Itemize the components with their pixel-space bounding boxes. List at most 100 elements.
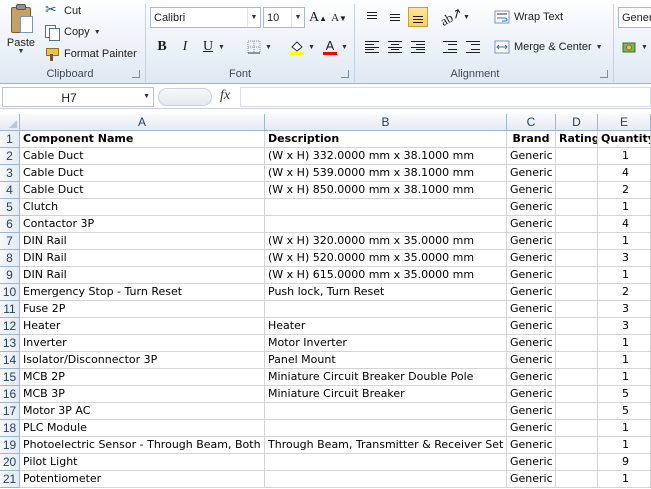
name-box-dropdown-icon[interactable]: ▼ <box>143 93 150 100</box>
cell-c18[interactable]: Generic <box>507 420 556 437</box>
row-header-5[interactable]: 5 <box>0 199 20 216</box>
column-header-a[interactable]: A <box>20 114 265 131</box>
cell-d19[interactable] <box>556 437 598 454</box>
row-header-15[interactable]: 15 <box>0 369 20 386</box>
cell-d3[interactable] <box>556 165 598 182</box>
cell-a7[interactable]: DIN Rail <box>20 233 265 250</box>
cell-c9[interactable]: Generic <box>507 267 556 284</box>
cell-a6[interactable]: Contactor 3P <box>20 216 265 233</box>
cell-b12[interactable]: Heater <box>265 318 507 335</box>
accounting-format-button[interactable] <box>620 37 640 57</box>
cell-a4[interactable]: Cable Duct <box>20 182 265 199</box>
cell-b1[interactable]: Description <box>265 131 507 148</box>
cell-b10[interactable]: Push lock, Turn Reset <box>265 284 507 301</box>
cell-c3[interactable]: Generic <box>507 165 556 182</box>
cell-c16[interactable]: Generic <box>507 386 556 403</box>
merge-center-button[interactable]: Merge & Center ▼ <box>494 38 603 56</box>
cell-b11[interactable] <box>265 301 507 318</box>
orientation-dropdown-icon[interactable]: ▼ <box>463 14 470 21</box>
cell-e7[interactable]: 1 <box>598 233 651 250</box>
row-header-16[interactable]: 16 <box>0 386 20 403</box>
fill-color-dropdown-icon[interactable]: ▼ <box>308 44 315 51</box>
cell-e20[interactable]: 9 <box>598 454 651 471</box>
cell-a5[interactable]: Clutch <box>20 199 265 216</box>
decrease-indent-button[interactable] <box>440 37 460 57</box>
cell-a20[interactable]: Pilot Light <box>20 454 265 471</box>
cell-d11[interactable] <box>556 301 598 318</box>
cell-c21[interactable]: Generic <box>507 471 556 488</box>
cell-e17[interactable]: 5 <box>598 403 651 420</box>
row-header-2[interactable]: 2 <box>0 148 20 165</box>
cell-a1[interactable]: Component Name <box>20 131 265 148</box>
shrink-font-button[interactable]: A ▼ <box>329 8 349 28</box>
cell-b9[interactable]: (W x H) 615.0000 mm x 35.0000 mm <box>265 267 507 284</box>
cell-d4[interactable] <box>556 182 598 199</box>
cell-a21[interactable]: Potentiometer <box>20 471 265 488</box>
cell-b13[interactable]: Motor Inverter <box>265 335 507 352</box>
cell-b19[interactable]: Through Beam, Transmitter & Receiver Set <box>265 437 507 454</box>
cell-d2[interactable] <box>556 148 598 165</box>
italic-button[interactable]: I <box>175 37 195 57</box>
cell-d12[interactable] <box>556 318 598 335</box>
font-color-dropdown-icon[interactable]: ▼ <box>341 44 348 51</box>
cell-e14[interactable]: 1 <box>598 352 651 369</box>
cell-b6[interactable] <box>265 216 507 233</box>
accounting-dropdown-icon[interactable]: ▼ <box>641 44 648 51</box>
borders-button[interactable] <box>244 37 264 57</box>
cell-e1[interactable]: Quantity <box>598 131 651 148</box>
cell-b16[interactable]: Miniature Circuit Breaker <box>265 386 507 403</box>
cell-e5[interactable]: 1 <box>598 199 651 216</box>
row-header-13[interactable]: 13 <box>0 335 20 352</box>
row-header-7[interactable]: 7 <box>0 233 20 250</box>
cell-d9[interactable] <box>556 267 598 284</box>
cell-e21[interactable]: 1 <box>598 471 651 488</box>
cell-a3[interactable]: Cable Duct <box>20 165 265 182</box>
middle-align-button[interactable] <box>385 7 405 27</box>
cell-b8[interactable]: (W x H) 520.0000 mm x 35.0000 mm <box>265 250 507 267</box>
row-header-14[interactable]: 14 <box>0 352 20 369</box>
cell-b3[interactable]: (W x H) 539.0000 mm x 38.1000 mm <box>265 165 507 182</box>
column-header-b[interactable]: B <box>265 114 507 131</box>
cell-c7[interactable]: Generic <box>507 233 556 250</box>
cell-b2[interactable]: (W x H) 332.0000 mm x 38.1000 mm <box>265 148 507 165</box>
cell-e13[interactable]: 1 <box>598 335 651 352</box>
cell-e12[interactable]: 3 <box>598 318 651 335</box>
cell-c17[interactable]: Generic <box>507 403 556 420</box>
paste-button[interactable]: Paste ▼ <box>4 2 38 64</box>
cell-c11[interactable]: Generic <box>507 301 556 318</box>
row-header-4[interactable]: 4 <box>0 182 20 199</box>
cell-d20[interactable] <box>556 454 598 471</box>
orientation-button[interactable]: ab↗ <box>438 4 466 29</box>
top-align-button[interactable] <box>362 7 382 27</box>
column-header-c[interactable]: C <box>507 114 556 131</box>
copy-dropdown-icon[interactable]: ▼ <box>94 29 101 36</box>
cell-a17[interactable]: Motor 3P AC <box>20 403 265 420</box>
row-header-18[interactable]: 18 <box>0 420 20 437</box>
row-header-12[interactable]: 12 <box>0 318 20 335</box>
cell-a16[interactable]: MCB 3P <box>20 386 265 403</box>
align-left-button[interactable] <box>362 37 382 57</box>
font-size-dropdown-icon[interactable]: ▼ <box>291 8 304 27</box>
row-header-10[interactable]: 10 <box>0 284 20 301</box>
format-painter-button[interactable]: Format Painter <box>44 45 137 63</box>
cell-e9[interactable]: 1 <box>598 267 651 284</box>
cell-a14[interactable]: Isolator/Disconnector 3P <box>20 352 265 369</box>
row-header-17[interactable]: 17 <box>0 403 20 420</box>
cell-b21[interactable] <box>265 471 507 488</box>
cell-d17[interactable] <box>556 403 598 420</box>
cell-b5[interactable] <box>265 199 507 216</box>
font-color-button[interactable]: A <box>320 37 340 57</box>
font-size-combo[interactable]: 10 ▼ <box>263 7 305 28</box>
cell-d10[interactable] <box>556 284 598 301</box>
cell-c10[interactable]: Generic <box>507 284 556 301</box>
cell-b20[interactable] <box>265 454 507 471</box>
fill-color-button[interactable] <box>287 37 307 57</box>
clipboard-dialog-launcher-icon[interactable] <box>132 70 140 78</box>
underline-button[interactable]: U <box>198 37 218 57</box>
insert-function-icon[interactable]: fx <box>220 88 230 104</box>
cell-e10[interactable]: 2 <box>598 284 651 301</box>
cell-d6[interactable] <box>556 216 598 233</box>
formula-bar-splitter[interactable] <box>158 88 212 106</box>
cell-e18[interactable]: 1 <box>598 420 651 437</box>
cell-c5[interactable]: Generic <box>507 199 556 216</box>
